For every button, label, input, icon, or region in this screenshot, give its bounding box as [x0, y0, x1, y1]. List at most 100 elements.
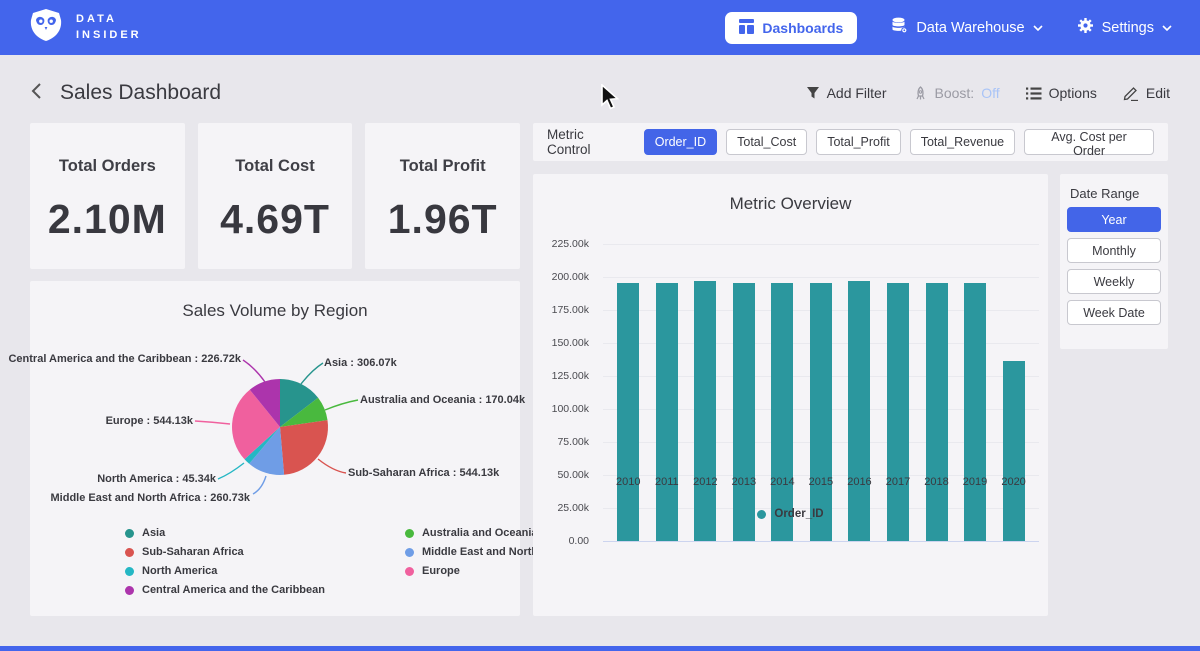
bar-chart-y-axis: 225.00k200.00k175.00k150.00k125.00k100.0… — [533, 244, 595, 541]
y-tick-label: 0.00 — [569, 535, 589, 547]
bar-chart-x-axis: 2010201120122013201420152016201720182019… — [603, 476, 1039, 488]
kpi-total-profit: Total Profit 1.96T — [365, 123, 520, 269]
brand[interactable]: DATA INSIDER — [28, 8, 142, 47]
kpi-total-orders: Total Orders 2.10M — [30, 123, 185, 269]
legend-dot — [405, 548, 414, 557]
pie-slice-sub-saharan-africa[interactable] — [280, 420, 328, 475]
date-range-panel: Date Range Year Monthly Weekly Week Date — [1060, 174, 1168, 349]
bar[interactable] — [964, 283, 986, 541]
bar-chart-plot — [603, 244, 1039, 541]
pie-callout-label: Middle East and North Africa : 260.73k — [51, 492, 250, 504]
pie-legend: Asia Sub-Saharan Africa North America Centr… — [125, 527, 572, 596]
metric-option-order-id[interactable]: Order_ID — [644, 129, 717, 155]
top-navbar: DATA INSIDER Dashboards — [0, 0, 1200, 55]
metric-option-total-cost[interactable]: Total_Cost — [726, 129, 807, 155]
pie-callout-label: Asia : 306.07k — [324, 357, 397, 369]
legend-dot — [125, 529, 134, 538]
add-filter-button[interactable]: Add Filter — [806, 85, 887, 101]
options-button[interactable]: Options — [1026, 85, 1097, 101]
pie-callout-label: Sub-Saharan Africa : 544.13k — [348, 467, 499, 479]
bar[interactable] — [810, 283, 832, 541]
database-icon — [891, 17, 908, 38]
x-tick-label: 2020 — [996, 476, 1032, 488]
boost-toggle[interactable]: Boost: Off — [913, 85, 1000, 101]
pie-callout-label: Europe : 544.13k — [106, 415, 193, 427]
bar[interactable] — [771, 283, 793, 541]
y-tick-label: 125.00k — [552, 370, 589, 382]
pie-callout-label: Central America and the Caribbean : 226.… — [8, 353, 241, 365]
y-tick-label: 175.00k — [552, 304, 589, 316]
bar[interactable] — [926, 283, 948, 541]
pie-legend-item[interactable]: North America — [125, 565, 325, 577]
date-range-year-button[interactable]: Year — [1067, 207, 1161, 232]
pie-legend-item[interactable]: Sub-Saharan Africa — [125, 546, 325, 558]
edit-button[interactable]: Edit — [1123, 85, 1170, 101]
y-tick-label: 225.00k — [552, 238, 589, 250]
bar-chart-legend: Order_ID — [533, 508, 1048, 520]
pie-callout-label: North America : 45.34k — [97, 473, 216, 485]
pie-leader-line — [253, 476, 266, 494]
metric-option-total-profit[interactable]: Total_Profit — [816, 129, 901, 155]
kpi-value: 2.10M — [30, 196, 185, 243]
bar[interactable] — [617, 283, 639, 541]
y-tick-label: 100.00k — [552, 403, 589, 415]
x-tick-label: 2010 — [610, 476, 646, 488]
pie-leader-line — [301, 363, 323, 384]
x-tick-label: 2018 — [919, 476, 955, 488]
metric-overview-panel: Metric Overview 225.00k200.00k175.00k150… — [533, 174, 1048, 616]
date-range-week-date-button[interactable]: Week Date — [1067, 300, 1161, 325]
bar[interactable] — [656, 283, 678, 541]
back-button[interactable] — [30, 82, 42, 105]
bar[interactable] — [848, 281, 870, 541]
kpi-row: Total Orders 2.10M Total Cost 4.69T Tota… — [30, 123, 520, 269]
legend-dot — [405, 567, 414, 576]
x-tick-label: 2016 — [841, 476, 877, 488]
bar[interactable] — [887, 283, 909, 541]
kpi-label: Total Profit — [365, 157, 520, 176]
kpi-label: Total Orders — [30, 157, 185, 176]
legend-label: Europe — [422, 565, 460, 577]
chevron-down-icon — [1033, 25, 1043, 31]
pencil-icon — [1123, 86, 1139, 101]
legend-dot — [405, 529, 414, 538]
x-tick-label: 2013 — [726, 476, 762, 488]
pie-legend-item[interactable]: Asia — [125, 527, 325, 539]
y-tick-label: 50.00k — [557, 469, 589, 481]
legend-label: Sub-Saharan Africa — [142, 546, 244, 558]
pie-legend-item[interactable]: Central America and the Caribbean — [125, 584, 325, 596]
data-warehouse-menu[interactable]: Data Warehouse — [891, 17, 1042, 38]
date-range-monthly-button[interactable]: Monthly — [1067, 238, 1161, 263]
gear-icon — [1077, 17, 1094, 38]
pie-leader-line — [218, 463, 244, 479]
date-range-weekly-button[interactable]: Weekly — [1067, 269, 1161, 294]
legend-dot — [757, 510, 766, 519]
rocket-icon — [913, 86, 928, 101]
legend-label: Central America and the Caribbean — [142, 584, 325, 596]
date-range-label: Date Range — [1070, 186, 1161, 201]
y-tick-label: 150.00k — [552, 337, 589, 349]
filter-icon — [806, 86, 820, 100]
metric-control-bar: Metric Control Order_ID Total_Cost Total… — [533, 123, 1168, 161]
dashboards-button[interactable]: Dashboards — [725, 12, 857, 44]
y-tick-label: 200.00k — [552, 271, 589, 283]
pie-leader-line — [318, 459, 346, 473]
legend-dot — [125, 567, 134, 576]
x-tick-label: 2012 — [687, 476, 723, 488]
x-tick-label: 2015 — [803, 476, 839, 488]
kpi-value: 4.69T — [198, 196, 353, 243]
settings-menu[interactable]: Settings — [1077, 17, 1172, 38]
pie-leader-line — [325, 400, 358, 410]
x-tick-label: 2019 — [957, 476, 993, 488]
kpi-total-cost: Total Cost 4.69T — [198, 123, 353, 269]
kpi-label: Total Cost — [198, 157, 353, 176]
metric-control-label: Metric Control — [547, 127, 629, 157]
brand-name: DATA INSIDER — [76, 12, 142, 44]
boost-status: Off — [981, 85, 999, 101]
window-bottom-edge — [0, 646, 1200, 651]
bar[interactable] — [694, 281, 716, 541]
chevron-down-icon — [1162, 25, 1172, 31]
legend-label: Order_ID — [774, 508, 823, 520]
metric-option-avg-cost-per-order[interactable]: Avg. Cost per Order — [1024, 129, 1154, 155]
metric-option-total-revenue[interactable]: Total_Revenue — [910, 129, 1015, 155]
bar[interactable] — [733, 283, 755, 541]
